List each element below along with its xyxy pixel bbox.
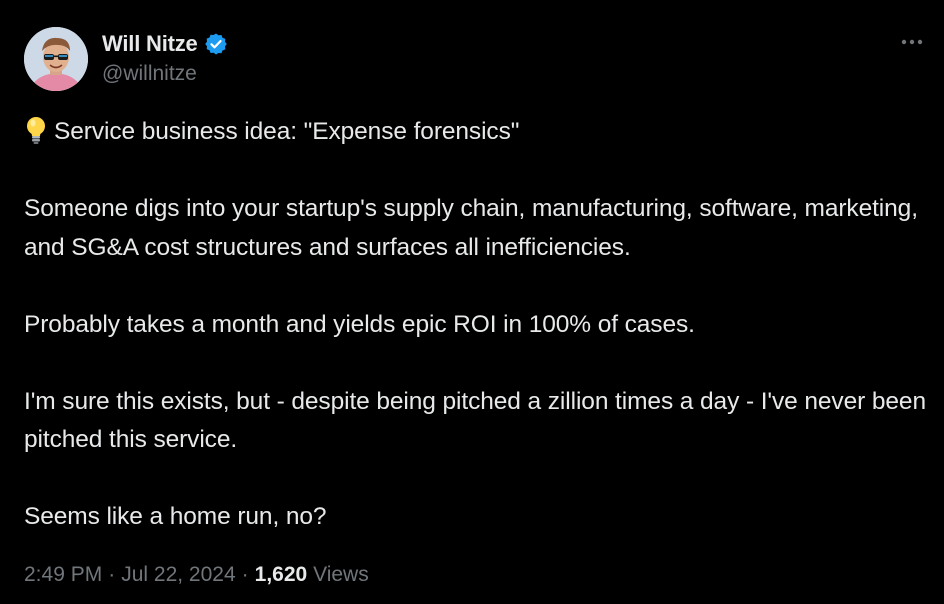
avatar-image: [24, 27, 88, 91]
tweet-paragraph-5: Seems like a home run, no?: [24, 503, 327, 530]
tweet-paragraph-4: I'm sure this exists, but - despite bein…: [24, 387, 926, 454]
author-avatar[interactable]: [24, 27, 88, 91]
more-horizontal-icon[interactable]: [898, 32, 926, 52]
verified-badge-icon[interactable]: [204, 32, 228, 56]
tweet-first-line: Service business idea: "Expense forensic…: [54, 118, 520, 145]
meta-separator: ·: [108, 563, 116, 586]
author-handle[interactable]: @willnitze: [102, 62, 228, 86]
tweet-card: Will Nitze @willnitze Service business i…: [0, 0, 944, 604]
tweet-paragraph-1: Service business idea: "Expense forensic…: [24, 113, 934, 152]
tweet-date[interactable]: Jul 22, 2024: [121, 563, 235, 586]
meta-separator: ·: [241, 563, 249, 586]
tweet-meta: 2:49 PM · Jul 22, 2024 · 1,620 Views: [24, 563, 369, 587]
views-count[interactable]: 1,620: [255, 563, 308, 586]
tweet-time[interactable]: 2:49 PM: [24, 563, 102, 586]
views-label[interactable]: Views: [313, 563, 369, 586]
author-display-name[interactable]: Will Nitze: [102, 31, 198, 57]
author-name-row: Will Nitze: [102, 30, 228, 58]
tweet-paragraph-3: Probably takes a month and yields epic R…: [24, 310, 695, 338]
tweet-text: Service business idea: "Expense forensic…: [24, 113, 934, 537]
author-block: Will Nitze @willnitze: [102, 30, 228, 86]
lightbulb-icon: [24, 115, 48, 145]
tweet-paragraph-2: Someone digs into your startup's supply …: [24, 195, 918, 261]
